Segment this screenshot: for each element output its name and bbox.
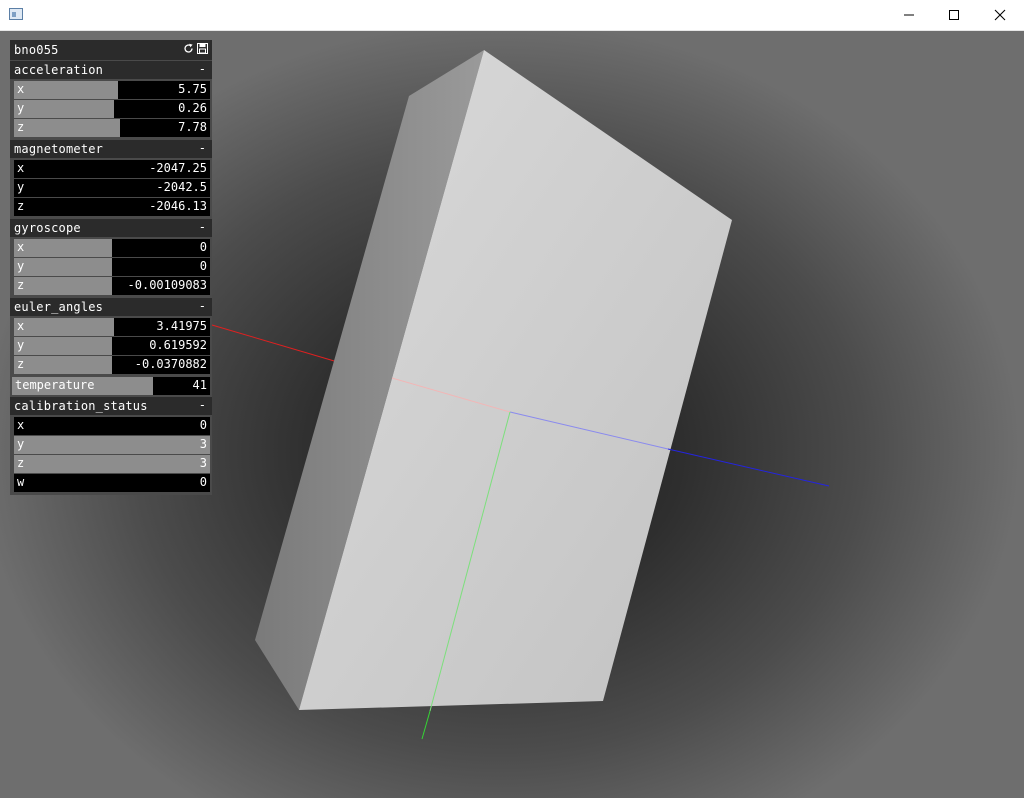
calibration-z-slider[interactable]: z3 [14, 455, 210, 473]
collapse-icon[interactable]: - [199, 62, 206, 76]
maximize-icon [949, 10, 959, 20]
close-icon [994, 9, 1006, 21]
acceleration-group: x 5.75 y 0.26 z 7.78 [10, 80, 212, 140]
calibration-status-group-header[interactable]: calibration_status - [10, 397, 212, 415]
magnetometer-x-slider[interactable]: x -2047.25 [14, 160, 210, 178]
slider-label: y [17, 101, 25, 115]
y-axis-line [421, 710, 431, 740]
refresh-icon[interactable] [183, 43, 194, 54]
slider-label: y [17, 338, 25, 352]
panel-header[interactable]: bno055 [10, 40, 212, 60]
slider-label: x [17, 82, 25, 96]
slider-value: 0.619592 [149, 338, 207, 352]
slider-value: 3 [199, 456, 207, 470]
slider-value: 0 [199, 418, 207, 432]
gyroscope-z-slider[interactable]: z -0.00109083 [14, 277, 210, 295]
magnetometer-z-slider[interactable]: z -2046.13 [14, 198, 210, 216]
slider-value: -2047.25 [149, 161, 207, 175]
slider-value: -2046.13 [149, 199, 207, 213]
slider-value: 0 [199, 240, 207, 254]
magnetometer-group-header[interactable]: magnetometer - [10, 140, 212, 158]
collapse-icon[interactable]: - [199, 220, 206, 234]
calibration-w-slider[interactable]: w0 [14, 474, 210, 492]
slider-label: z [17, 456, 25, 470]
close-button[interactable] [977, 0, 1023, 30]
slider-value: -0.00109083 [127, 278, 207, 292]
slider-value: 5.75 [178, 82, 207, 96]
calibration-x-slider[interactable]: x0 [14, 417, 210, 435]
minimize-button[interactable] [886, 0, 932, 30]
euler-angles-y-slider[interactable]: y 0.619592 [14, 337, 210, 355]
slider-label: x [17, 161, 25, 175]
slider-value: -0.0370882 [134, 357, 207, 371]
app-window-icon [9, 8, 23, 20]
gyroscope-group-header[interactable]: gyroscope - [10, 219, 212, 237]
euler-angles-group: x 3.41975 y 0.619592 z -0.0370882 [10, 317, 212, 377]
magnetometer-y-slider[interactable]: y -2042.5 [14, 179, 210, 197]
group-title: gyroscope [14, 221, 81, 235]
group-title: calibration_status [14, 399, 148, 413]
maximize-button[interactable] [931, 0, 977, 30]
euler-angles-z-slider[interactable]: z -0.0370882 [14, 356, 210, 374]
save-icon[interactable] [197, 43, 208, 54]
slider-label: y [17, 437, 25, 451]
slider-value: 0 [199, 259, 207, 273]
collapse-icon[interactable]: - [199, 141, 206, 155]
slider-value: 3 [199, 437, 207, 451]
euler-angles-x-slider[interactable]: x 3.41975 [14, 318, 210, 336]
slider-label: w [17, 475, 25, 489]
collapse-icon[interactable]: - [199, 398, 206, 412]
calibration-y-slider[interactable]: y3 [14, 436, 210, 454]
acceleration-group-header[interactable]: acceleration - [10, 61, 212, 79]
euler-angles-group-header[interactable]: euler_angles - [10, 298, 212, 316]
slider-label: x [17, 240, 25, 254]
gyroscope-group: x0 y0 z -0.00109083 [10, 238, 212, 298]
slider-value: -2042.5 [156, 180, 207, 194]
acceleration-y-slider[interactable]: y 0.26 [14, 100, 210, 118]
slider-label: y [17, 259, 25, 273]
group-title: euler_angles [14, 300, 104, 314]
slider-label: temperature [15, 378, 95, 392]
slider-value: 0.26 [178, 101, 207, 115]
slider-label: x [17, 418, 25, 432]
magnetometer-group: x -2047.25 y -2042.5 z -2046.13 [10, 159, 212, 219]
slider-value: 0 [199, 475, 207, 489]
slider-label: z [17, 120, 25, 134]
acceleration-x-slider[interactable]: x 5.75 [14, 81, 210, 99]
slider-label: x [17, 319, 25, 333]
temperature-slider[interactable]: temperature 41 [12, 377, 210, 395]
parameter-panel: bno055 acceleration - x 5.75 y 0.26 z 7.78 … [10, 40, 212, 495]
acceleration-z-slider[interactable]: z 7.78 [14, 119, 210, 137]
slider-value: 3.41975 [156, 319, 207, 333]
window-titlebar [0, 0, 1024, 31]
collapse-icon[interactable]: - [199, 299, 206, 313]
group-title: acceleration [14, 63, 104, 77]
calibration-status-group: x0 y3 z3 w0 [10, 416, 212, 495]
slider-label: z [17, 357, 25, 371]
z-axis-line [667, 448, 830, 487]
minimize-icon [904, 14, 914, 16]
group-title: magnetometer [14, 142, 104, 156]
slider-label: z [17, 278, 25, 292]
gyroscope-y-slider[interactable]: y0 [14, 258, 210, 276]
slider-label: y [17, 180, 25, 194]
slider-value: 41 [192, 378, 207, 392]
gyroscope-x-slider[interactable]: x0 [14, 239, 210, 257]
slider-label: z [17, 199, 25, 213]
slider-value: 7.78 [178, 120, 207, 134]
